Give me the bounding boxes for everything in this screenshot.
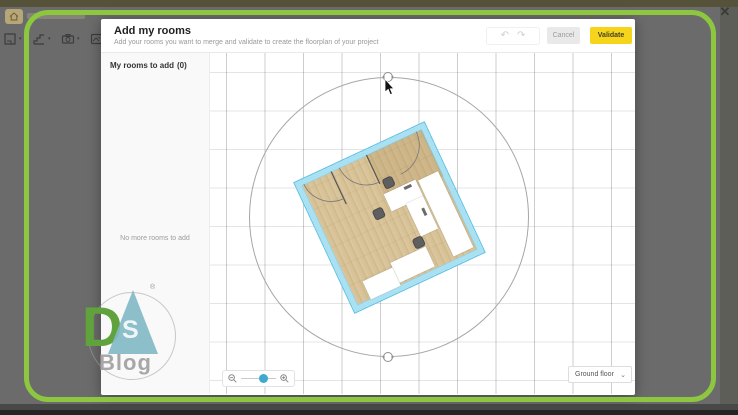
add-rooms-modal: Add my rooms Add your rooms you want to …: [101, 19, 635, 395]
stairs-tool-icon: ▾: [29, 30, 58, 48]
sidebar-heading-label: My rooms to add: [110, 61, 175, 70]
sidebar-room-count: (0): [177, 61, 187, 70]
sidebar-empty-message: No more rooms to add: [120, 235, 190, 242]
zoom-slider-track[interactable]: [241, 374, 276, 383]
camera-icon: ▾: [58, 30, 87, 48]
close-icon[interactable]: ✕: [717, 4, 733, 20]
floor-selector-value: Ground floor: [575, 371, 614, 378]
chevron-down-icon: ⌄: [620, 371, 626, 379]
modal-header: Add my rooms Add your rooms you want to …: [101, 19, 635, 53]
zoom-slider-thumb[interactable]: [259, 374, 269, 383]
zoom-in-icon[interactable]: [280, 374, 289, 383]
cancel-button[interactable]: Cancel: [547, 27, 580, 44]
zoom-out-icon[interactable]: [228, 374, 237, 383]
zoom-control: [222, 370, 295, 387]
floorplan-canvas[interactable]: Ground floor ⌄: [210, 53, 635, 394]
modal-body: My rooms to add(0) No more rooms to add: [101, 53, 635, 394]
window-top-strip: [0, 0, 738, 7]
validate-button[interactable]: Validate: [590, 27, 632, 44]
home-icon: [5, 9, 23, 24]
redo-icon[interactable]: ↷: [517, 31, 525, 41]
floor-selector[interactable]: Ground floor ⌄: [568, 366, 632, 383]
mouse-cursor: [384, 77, 396, 101]
bg-app-title: [27, 13, 85, 19]
history-controls: ↶ ↷: [486, 27, 540, 45]
bg-toolbar: ▾ ▾ ▾ ▾: [0, 30, 116, 48]
window-right-shade: [720, 7, 738, 404]
rooms-sidebar: My rooms to add (0) No more rooms to add: [101, 53, 210, 394]
window-bottom-edge: [0, 410, 738, 415]
sidebar-heading: My rooms to add (0): [110, 61, 200, 70]
room-tool-icon: ▾: [0, 30, 29, 48]
rotate-handle-bottom[interactable]: [380, 349, 396, 365]
undo-icon[interactable]: ↶: [501, 31, 509, 41]
